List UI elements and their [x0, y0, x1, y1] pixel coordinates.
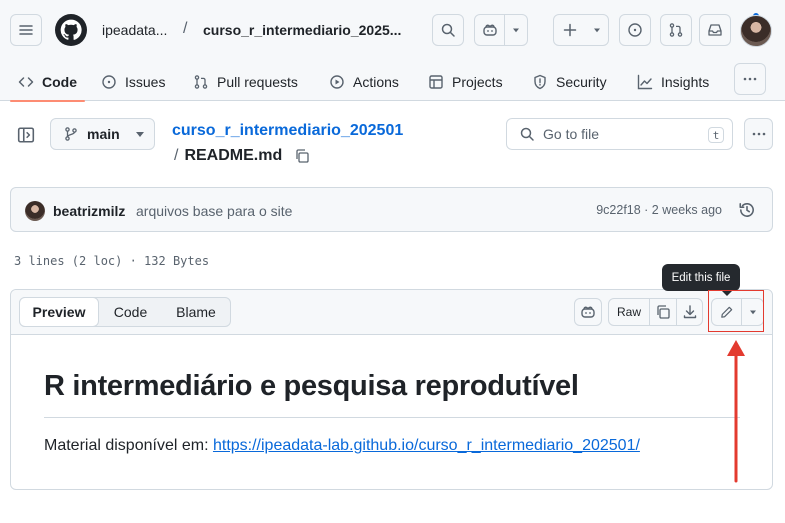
branch-name: main [87, 126, 120, 142]
search-icon [520, 127, 534, 141]
tab-pull-requests[interactable]: Pull requests [193, 62, 298, 101]
copy-icon[interactable] [294, 148, 310, 164]
tab-issues-label: Issues [125, 73, 166, 90]
readme-paragraph: Material disponível em: https://ipeadata… [44, 437, 640, 455]
kebab-horizontal-icon [743, 77, 757, 81]
kebab-horizontal-icon [752, 132, 765, 136]
table-icon [429, 74, 443, 89]
git-pull-request-icon [194, 74, 208, 89]
copilot-ask-button[interactable] [574, 298, 602, 326]
file-header: Preview Code Blame Raw [11, 290, 772, 335]
shield-icon [534, 74, 546, 89]
create-new-button[interactable] [554, 15, 586, 45]
file-options-button[interactable] [744, 118, 773, 150]
tab-actions-label: Actions [353, 73, 399, 90]
tab-actions[interactable]: Actions [329, 62, 399, 101]
file-path: / README.md [174, 147, 310, 165]
raw-actions-group: Raw [608, 298, 703, 326]
copilot-icon [581, 306, 595, 318]
search-icon [441, 23, 455, 37]
edit-options-dropdown[interactable] [741, 299, 763, 325]
tab-insights-label: Insights [661, 73, 710, 90]
git-pull-request-icon [669, 23, 683, 37]
more-tabs-button[interactable] [734, 63, 766, 95]
history-icon[interactable] [738, 201, 756, 219]
readme-text: Material disponível em: [44, 437, 213, 454]
file-view: Preview Code Blame Raw R intermediário e… [10, 289, 773, 490]
issue-opened-icon [628, 23, 642, 37]
path-repo-link[interactable]: curso_r_intermediario_202501 [172, 122, 403, 140]
edit-file-tooltip: Edit this file [662, 264, 740, 296]
plus-icon [563, 23, 577, 37]
branch-selector[interactable]: main [50, 118, 155, 150]
commit-meta[interactable]: 9c22f18 · 2 weeks ago [596, 203, 722, 217]
menu-button[interactable] [10, 14, 42, 46]
download-icon [683, 305, 696, 319]
tab-pull-requests-label: Pull requests [217, 73, 298, 90]
tab-issues[interactable]: Issues [101, 62, 165, 101]
breadcrumb-repo[interactable]: curso_r_intermediario_2025... [203, 22, 401, 38]
readme-heading: R intermediário e pesquisa reprodutível [44, 370, 579, 402]
view-preview-button[interactable]: Preview [19, 297, 99, 327]
copilot-menu[interactable] [474, 14, 528, 46]
view-blame-button[interactable]: Blame [163, 298, 229, 326]
latest-commit-box: beatrizmilz arquivos base para o site 9c… [10, 187, 773, 232]
triangle-down-icon [135, 132, 144, 137]
graph-icon [637, 74, 653, 89]
copilot-button[interactable] [475, 15, 504, 45]
edit-file-button[interactable] [712, 299, 741, 325]
inbox-button[interactable] [699, 14, 731, 46]
triangle-down-icon [749, 310, 756, 315]
tab-projects-label: Projects [452, 73, 503, 90]
commit-author[interactable]: beatrizmilz [53, 203, 125, 219]
view-switcher: Preview Code Blame [19, 297, 231, 327]
triangle-down-icon [513, 28, 520, 33]
file-name: README.md [184, 147, 283, 164]
tab-projects[interactable]: Projects [428, 62, 503, 101]
copilot-dropdown[interactable] [505, 15, 527, 45]
code-icon [18, 76, 34, 87]
tab-code[interactable]: Code [10, 62, 85, 102]
go-to-file-placeholder: Go to file [543, 126, 600, 142]
user-avatar[interactable] [740, 15, 772, 47]
tab-insights[interactable]: Insights [637, 62, 709, 101]
download-raw-button[interactable] [676, 299, 702, 325]
breadcrumb-owner[interactable]: ipeadata... [102, 22, 167, 38]
triangle-down-icon [594, 28, 600, 33]
keyboard-shortcut-hint: t [708, 127, 724, 143]
pencil-icon [721, 306, 733, 318]
git-branch-icon [65, 127, 77, 141]
copilot-icon [483, 24, 497, 36]
search-button[interactable] [432, 14, 464, 46]
breadcrumb-separator: / [183, 20, 188, 37]
heading-divider [44, 417, 740, 418]
go-to-file-input[interactable]: Go to file t [506, 118, 733, 150]
author-avatar[interactable] [25, 201, 45, 221]
play-icon [330, 74, 344, 89]
repo-nav-tabs: Code Issues Pull requests Actions Projec… [0, 62, 785, 102]
create-new-dropdown[interactable] [586, 15, 608, 45]
global-header: ipeadata... / curso_r_intermediario_2025… [0, 0, 785, 102]
issues-shortcut-button[interactable] [619, 14, 651, 46]
readme-link[interactable]: https://ipeadata-lab.github.io/curso_r_i… [213, 437, 640, 454]
tab-security[interactable]: Security [532, 62, 607, 101]
github-logo-icon[interactable] [55, 14, 87, 46]
edit-actions-group [711, 298, 764, 326]
inbox-icon [708, 24, 722, 36]
tab-security-label: Security [556, 73, 607, 90]
header-row: ipeadata... / curso_r_intermediario_2025… [0, 0, 785, 62]
view-code-button[interactable]: Code [102, 298, 159, 326]
raw-button[interactable]: Raw [609, 299, 649, 325]
issue-opened-icon [102, 74, 116, 89]
copy-raw-button[interactable] [649, 299, 676, 325]
sidebar-expand-icon[interactable] [16, 126, 36, 144]
path-separator: / [174, 147, 179, 164]
hamburger-icon [19, 25, 33, 35]
copy-icon [657, 305, 670, 319]
file-stats: 3 lines (2 loc) · 132 Bytes [14, 254, 210, 268]
commit-message[interactable]: arquivos base para o site [136, 203, 292, 219]
tab-code-label: Code [42, 73, 77, 90]
create-new-menu[interactable] [553, 14, 609, 46]
pull-requests-shortcut-button[interactable] [660, 14, 692, 46]
